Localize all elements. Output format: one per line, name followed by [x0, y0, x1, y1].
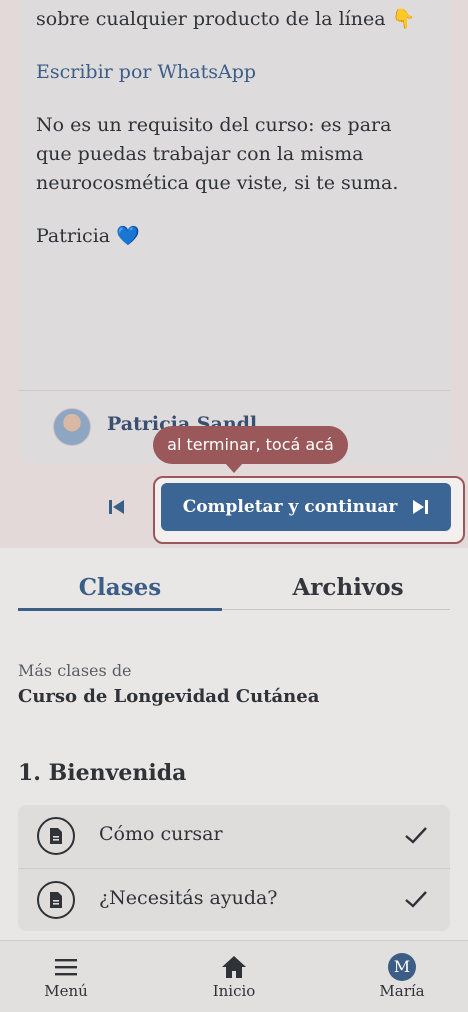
message-line: sobre cualquier producto de la línea 👇: [36, 8, 416, 30]
message-paragraph-line-3: neurocosmética que viste, si te suma.: [36, 172, 399, 194]
lesson-label: Cómo cursar: [99, 823, 223, 845]
lesson-list: Cómo cursar ¿Necesitás ayuda?: [18, 805, 450, 931]
tab-archivos[interactable]: Archivos: [246, 572, 450, 608]
lesson-label: ¿Necesitás ayuda?: [99, 887, 278, 909]
avatar: M: [388, 953, 416, 981]
signature-name: Patricia: [36, 225, 111, 247]
heart-icon: 💙: [116, 225, 140, 247]
lesson-item[interactable]: Cómo cursar: [18, 805, 450, 867]
active-tab-indicator: [18, 608, 222, 611]
section-title: 1. Bienvenida: [18, 760, 187, 786]
skip-previous-icon: [109, 500, 124, 514]
author-avatar: [53, 408, 91, 446]
nav-profile[interactable]: M María: [357, 941, 447, 1012]
nav-profile-label: María: [379, 982, 425, 1000]
message-paragraph-line-2: que puedas trabajar con la misma: [36, 143, 364, 165]
complete-and-continue-button[interactable]: Completar y continuar: [161, 483, 451, 531]
nav-home[interactable]: Inicio: [189, 941, 279, 1012]
menu-icon: [48, 953, 84, 981]
message-paragraph-line-1: No es un requisito del curso: es para: [36, 114, 392, 136]
avatar-wrap: M: [384, 953, 420, 981]
previous-lesson-button[interactable]: [100, 492, 134, 522]
check-icon: [405, 891, 427, 908]
card-divider: [18, 390, 450, 391]
lesson-item[interactable]: ¿Necesitás ayuda?: [18, 868, 450, 930]
document-icon: [37, 881, 75, 919]
bottom-navigation: Menú Inicio M María: [0, 940, 468, 1012]
more-classes-label: Más clases de: [18, 661, 132, 680]
home-icon: [216, 953, 252, 981]
nav-menu-label: Menú: [44, 982, 88, 1000]
check-icon: [405, 827, 427, 844]
nav-home-label: Inicio: [212, 982, 256, 1000]
message-signature: Patricia 💙: [36, 222, 416, 251]
nav-menu[interactable]: Menú: [21, 941, 111, 1012]
complete-button-highlight: Completar y continuar: [153, 476, 465, 544]
course-title: Curso de Longevidad Cutánea: [18, 686, 320, 707]
skip-next-icon: [413, 500, 429, 514]
complete-tooltip: al terminar, tocá acá: [153, 426, 348, 473]
whatsapp-link[interactable]: Escribir por WhatsApp: [36, 58, 416, 87]
document-icon: [37, 817, 75, 855]
complete-button-label: Completar y continuar: [182, 497, 398, 517]
tab-clases[interactable]: Clases: [18, 572, 222, 608]
